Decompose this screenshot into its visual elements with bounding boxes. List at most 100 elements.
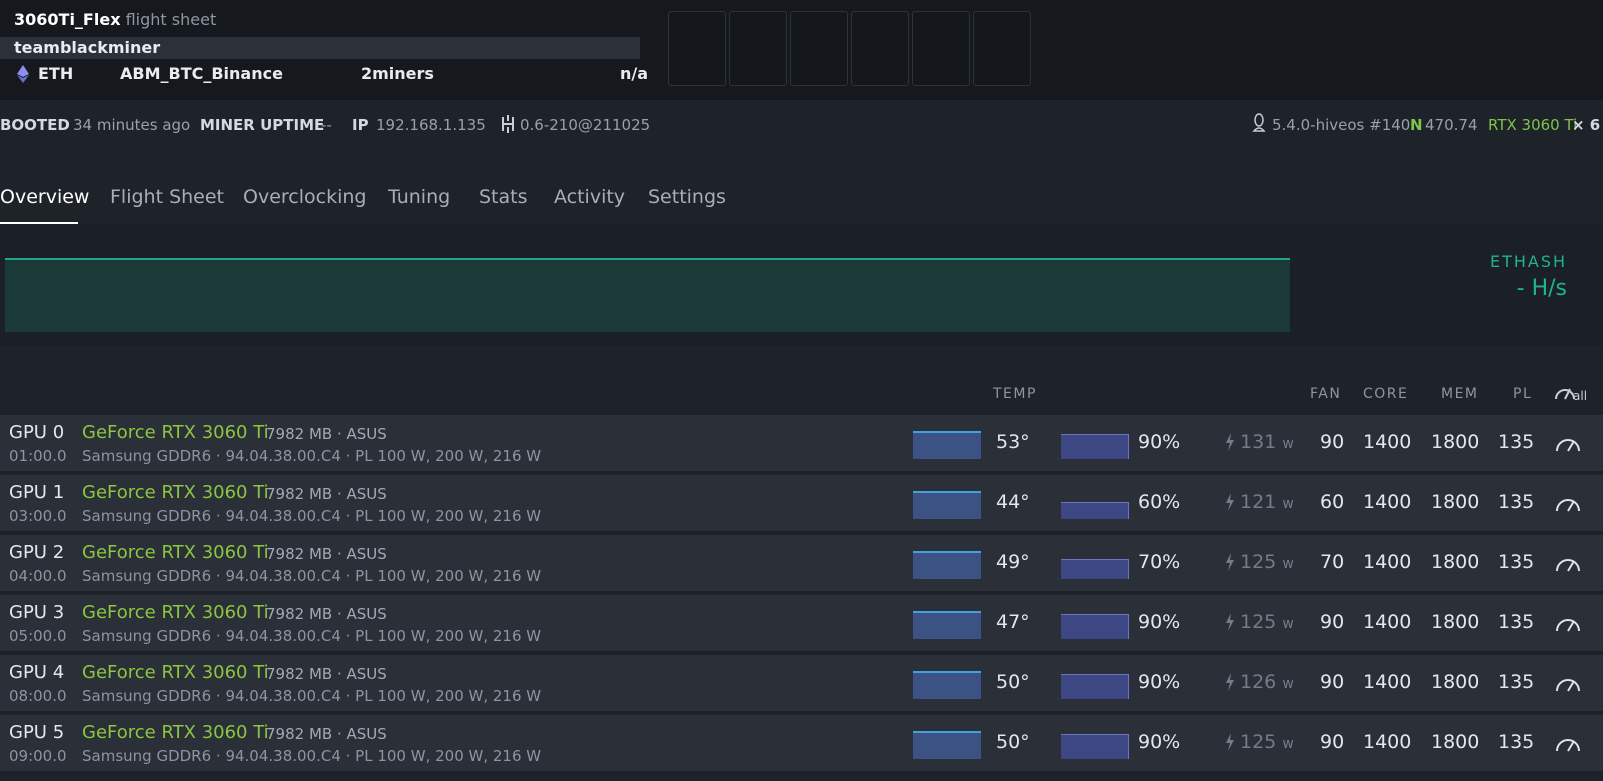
gpu-memory-vendor: 7982 MB · ASUS	[266, 425, 387, 443]
gauge-icon[interactable]	[1554, 733, 1582, 753]
fan-bar	[1061, 491, 1129, 519]
oc-core: 1400	[1363, 551, 1412, 573]
gpu-id: GPU 2	[9, 542, 65, 563]
fan-bar-fill	[1061, 559, 1129, 579]
tab-overview[interactable]: Overview	[0, 186, 89, 208]
gpu-details: Samsung GDDR6 · 94.04.38.00.C4 · PL 100 …	[82, 507, 542, 525]
oc-fan: 90	[1320, 611, 1345, 633]
tab-flight-sheet[interactable]: Flight Sheet	[110, 186, 224, 208]
temp-header: TEMP	[993, 386, 1037, 402]
wallet-row: ETH ABM_BTC_Binance 2miners n/a	[0, 62, 660, 86]
oc-fan: 60	[1320, 491, 1345, 513]
gauge-icon[interactable]	[1554, 613, 1582, 633]
core-header: CORE	[1363, 386, 1409, 402]
hive-version: 0.6-210@211025	[520, 116, 651, 134]
oc-fan: 90	[1320, 431, 1345, 453]
gpu-details: Samsung GDDR6 · 94.04.38.00.C4 · PL 100 …	[82, 447, 542, 465]
flight-sheet-label: flight sheet	[120, 10, 217, 29]
miner-name: teamblackminer	[14, 38, 161, 57]
gpu-row[interactable]: GPU 4 08:00.0 GeForce RTX 3060 Ti 7982 M…	[0, 655, 1603, 713]
tab-stats[interactable]: Stats	[479, 186, 528, 208]
gpu-fan-percent: 90%	[1138, 671, 1181, 693]
gauge-icon[interactable]	[1554, 553, 1582, 573]
oc-mem: 1800	[1431, 491, 1480, 513]
miner-bar[interactable]: teamblackminer	[0, 37, 640, 59]
lightning-icon	[1226, 493, 1234, 511]
temp-sparkline	[913, 491, 981, 519]
mem-header: MEM	[1441, 386, 1479, 402]
fan-bar-fill	[1061, 733, 1129, 759]
empty-slot[interactable]	[912, 11, 970, 86]
booted-label: BOOTED	[0, 116, 70, 134]
gpu-row[interactable]: GPU 1 03:00.0 GeForce RTX 3060 Ti 7982 M…	[0, 475, 1603, 533]
gpu-details: Samsung GDDR6 · 94.04.38.00.C4 · PL 100 …	[82, 567, 542, 585]
gpu-memory-vendor: 7982 MB · ASUS	[266, 545, 387, 563]
pool-status: n/a	[620, 64, 649, 83]
empty-slot[interactable]	[729, 11, 787, 86]
fan-header: FAN	[1310, 386, 1342, 402]
oc-mem: 1800	[1431, 551, 1480, 573]
oc-pl: 135	[1498, 611, 1535, 633]
wallet-name[interactable]: ABM_BTC_Binance	[120, 64, 283, 83]
empty-slot[interactable]	[851, 11, 909, 86]
gauge-icon[interactable]	[1554, 673, 1582, 693]
gpu-model[interactable]: GeForce RTX 3060 Ti	[82, 542, 269, 563]
gpu-temp: 50°	[996, 671, 1030, 693]
gpu-temp: 47°	[996, 611, 1030, 633]
lightning-icon	[1226, 553, 1234, 571]
oc-fan: 90	[1320, 731, 1345, 753]
hashrate-chart	[5, 258, 1290, 332]
oc-core: 1400	[1363, 431, 1412, 453]
fan-bar-fill	[1061, 433, 1129, 459]
oc-mem: 1800	[1431, 731, 1480, 753]
lightning-icon	[1226, 733, 1234, 751]
gpu-model-summary: RTX 3060 Ti	[1488, 116, 1578, 134]
gpu-model[interactable]: GeForce RTX 3060 Ti	[82, 722, 269, 743]
gpu-power: 125 w	[1240, 551, 1294, 573]
empty-slot[interactable]	[668, 11, 726, 86]
tab-overclocking[interactable]: Overclocking	[243, 186, 366, 208]
gpu-power: 121 w	[1240, 491, 1294, 513]
gpu-id: GPU 1	[9, 482, 65, 503]
gpu-row[interactable]: GPU 2 04:00.0 GeForce RTX 3060 Ti 7982 M…	[0, 535, 1603, 593]
gauge-icon[interactable]	[1554, 433, 1582, 453]
empty-slot[interactable]	[790, 11, 848, 86]
gpu-bus-id: 05:00.0	[9, 627, 67, 645]
fan-bar	[1061, 671, 1129, 699]
oc-all-button[interactable]: all	[1554, 383, 1590, 403]
tab-settings[interactable]: Settings	[648, 186, 726, 208]
gpu-model[interactable]: GeForce RTX 3060 Ti	[82, 602, 269, 623]
uptime-label: MINER UPTIME	[200, 116, 325, 134]
gpu-row[interactable]: GPU 3 05:00.0 GeForce RTX 3060 Ti 7982 M…	[0, 595, 1603, 653]
pool-name[interactable]: 2miners	[361, 64, 434, 83]
hashrate-value: - H/s	[1516, 276, 1567, 301]
gpu-model[interactable]: GeForce RTX 3060 Ti	[82, 662, 269, 683]
gpu-model[interactable]: GeForce RTX 3060 Ti	[82, 482, 269, 503]
gpu-row[interactable]: GPU 0 01:00.0 GeForce RTX 3060 Ti 7982 M…	[0, 415, 1603, 473]
gpu-power-value: 125	[1240, 731, 1277, 753]
gpu-power-unit: w	[1282, 616, 1294, 632]
gpu-row[interactable]: GPU 5 09:00.0 GeForce RTX 3060 Ti 7982 M…	[0, 715, 1603, 773]
pl-header: PL	[1513, 386, 1533, 402]
gpu-power: 131 w	[1240, 431, 1294, 453]
rig-name[interactable]: 3060Ti_Flex	[14, 10, 121, 29]
gpu-model[interactable]: GeForce RTX 3060 Ti	[82, 422, 269, 443]
lightning-icon	[1226, 613, 1234, 631]
fan-bar	[1061, 551, 1129, 579]
gpu-power: 125 w	[1240, 731, 1294, 753]
rig-info-bar: BOOTED 34 minutes ago MINER UPTIME -- IP…	[0, 110, 1603, 140]
oc-core: 1400	[1363, 491, 1412, 513]
gpu-memory-vendor: 7982 MB · ASUS	[266, 725, 387, 743]
oc-pl: 135	[1498, 491, 1535, 513]
oc-mem: 1800	[1431, 671, 1480, 693]
driver-version: 470.74	[1425, 116, 1478, 134]
gpu-id: GPU 3	[9, 602, 65, 623]
tab-activity[interactable]: Activity	[554, 186, 625, 208]
empty-slot[interactable]	[973, 11, 1031, 86]
gpu-power-value: 125	[1240, 551, 1277, 573]
gpu-temp: 50°	[996, 731, 1030, 753]
ip-value[interactable]: 192.168.1.135	[376, 116, 486, 134]
tab-tuning[interactable]: Tuning	[388, 186, 450, 208]
lightning-icon	[1226, 433, 1234, 451]
gauge-icon[interactable]	[1554, 493, 1582, 513]
